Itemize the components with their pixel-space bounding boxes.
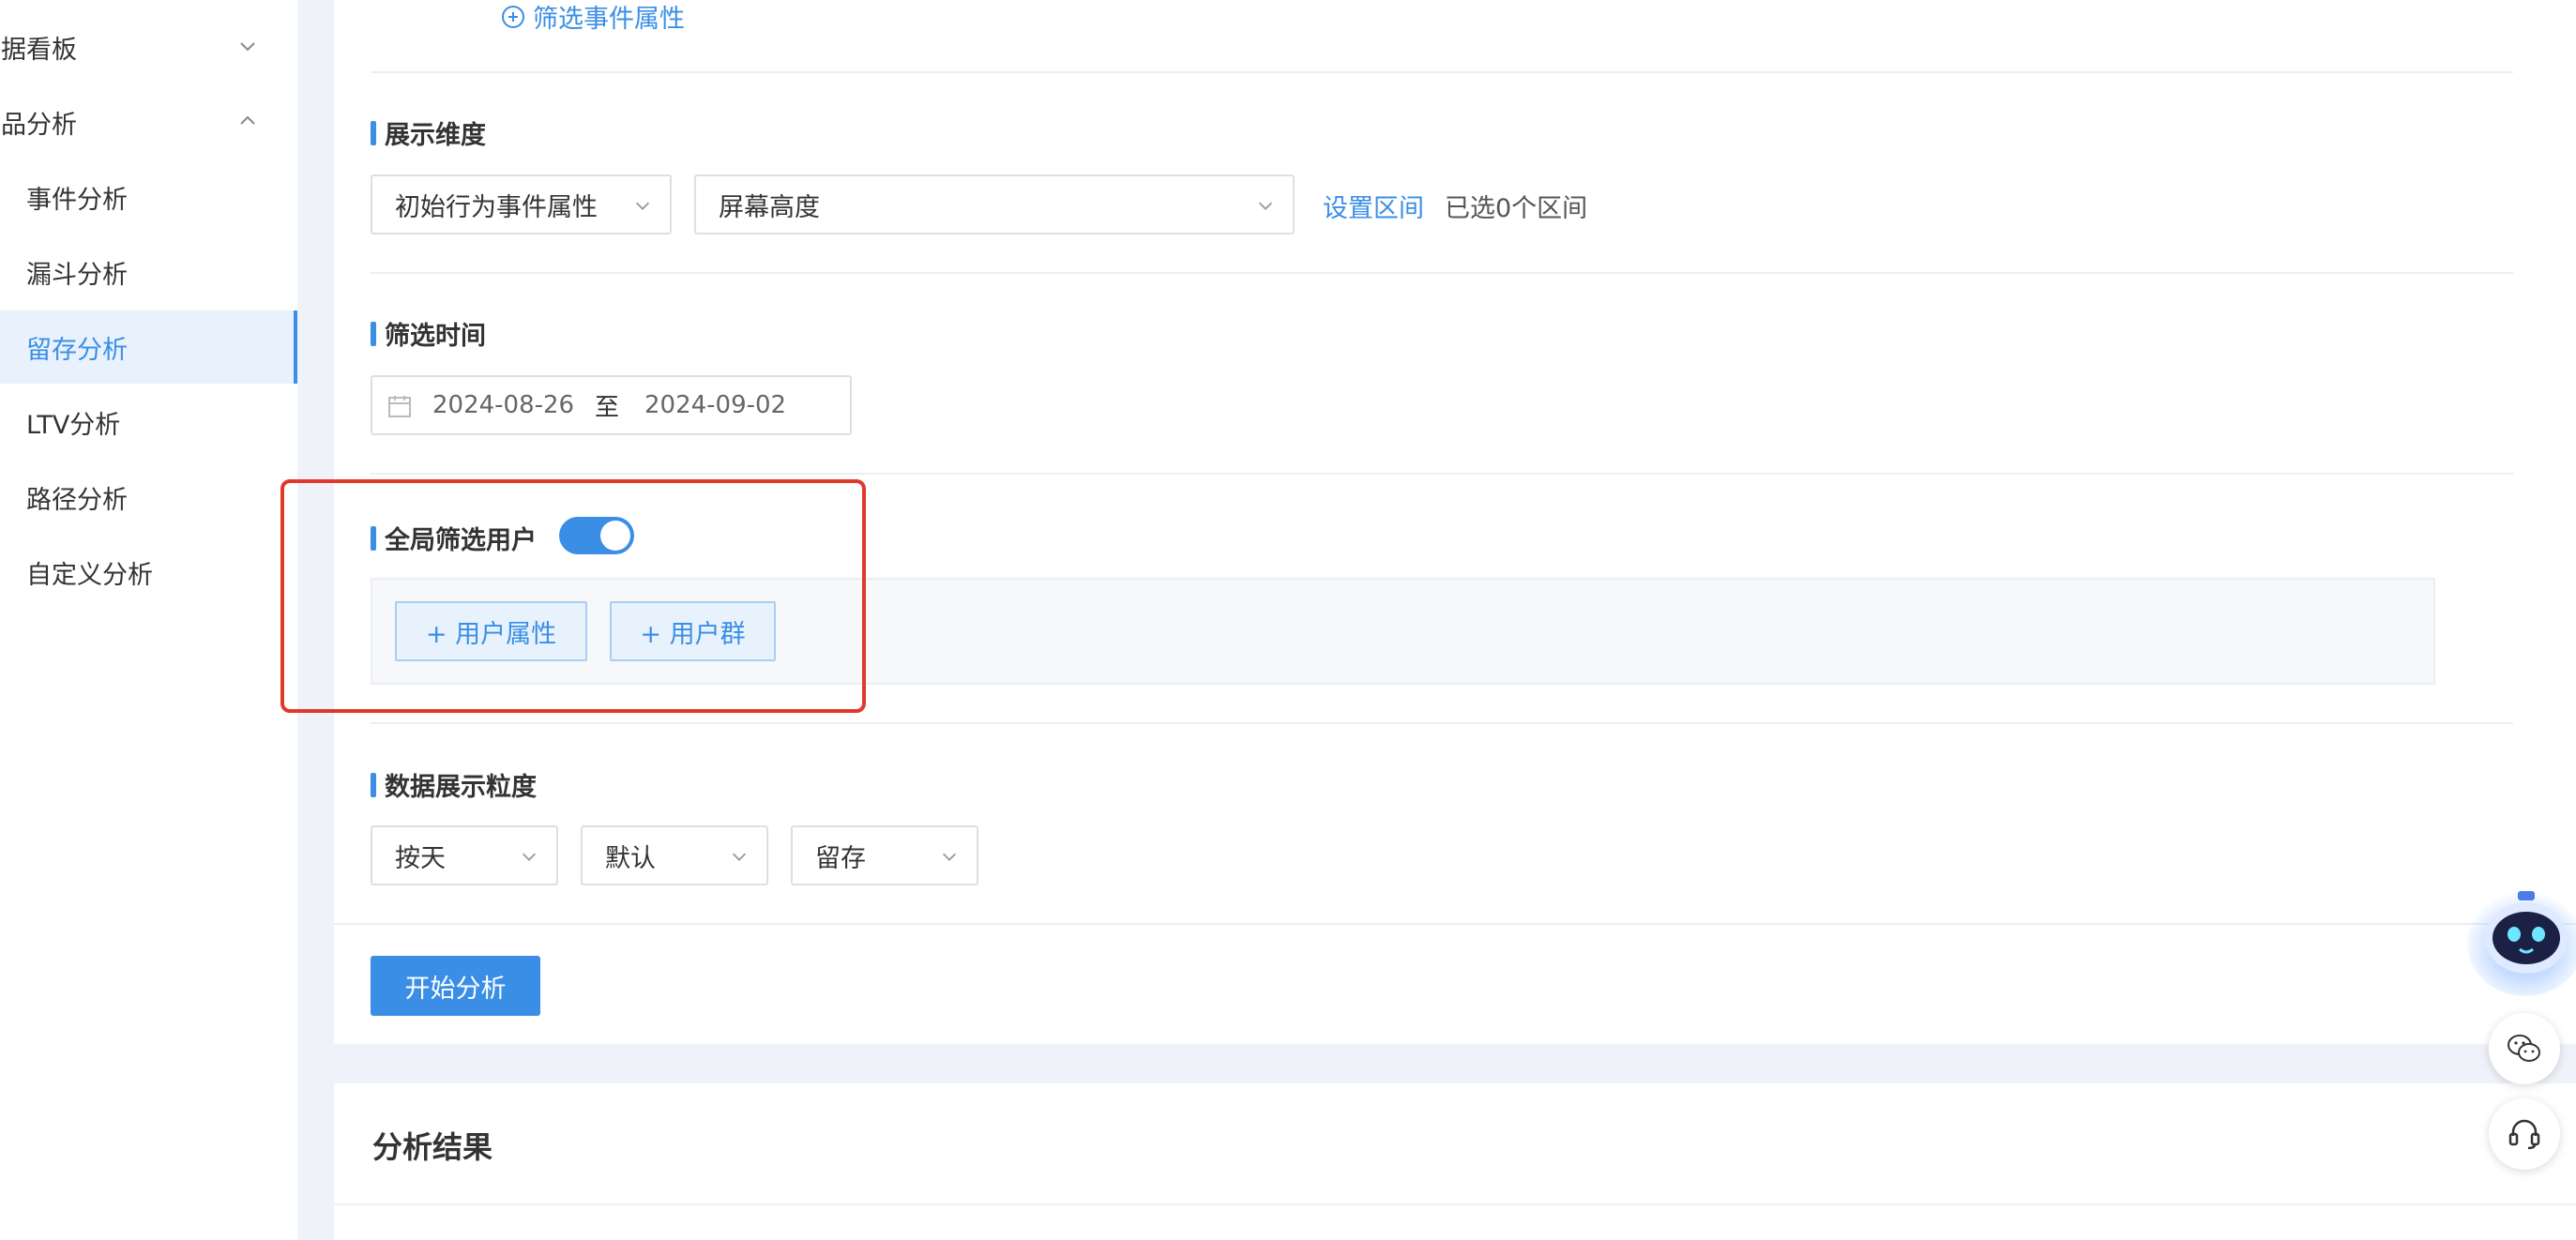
filter-event-attr-label: 筛选事件属性 <box>533 5 685 34</box>
wechat-icon <box>2508 1035 2540 1062</box>
calendar-icon <box>388 396 411 417</box>
divider <box>334 1203 2576 1205</box>
mode-value: 默认 <box>605 843 656 873</box>
divider <box>371 272 2513 274</box>
divider <box>371 722 2513 724</box>
sidebar-item-retention-analysis[interactable]: 留存分析 <box>0 310 297 384</box>
sidebar-group-dashboard[interactable]: 数据看板 <box>0 14 297 80</box>
chevron-down-icon <box>942 853 957 861</box>
wechat-button[interactable] <box>2489 1013 2560 1084</box>
title-bar <box>371 120 376 145</box>
chevron-down-icon <box>240 42 255 52</box>
sidebar-group-label: 产品分析 <box>0 110 77 140</box>
sidebar-item-label: 事件分析 <box>26 185 128 215</box>
sidebar-item-event-analysis[interactable]: 事件分析 <box>0 160 297 234</box>
sidebar-item-funnel-analysis[interactable]: 漏斗分析 <box>0 235 297 309</box>
sidebar-item-ltv-analysis[interactable]: LTV分析 <box>0 386 297 459</box>
start-date: 2024-08-26 <box>432 391 575 419</box>
period-select[interactable]: 按天 <box>371 825 558 885</box>
sidebar: 数据看板 产品分析 事件分析 漏斗分析 留存分析 LTV分析 路径分析 自定义分… <box>0 0 297 1240</box>
end-date: 2024-09-02 <box>644 391 787 419</box>
headset-icon <box>2508 1119 2540 1150</box>
time-title: 筛选时间 <box>385 322 486 351</box>
selected-range-count: 已选0个区间 <box>1445 194 1588 223</box>
dimension-field-value: 屏幕高度 <box>719 192 820 222</box>
dimension-type-select[interactable]: 初始行为事件属性 <box>371 174 672 234</box>
granularity-section-title: 数据展示粒度 <box>371 766 537 803</box>
mode-select[interactable]: 默认 <box>581 825 768 885</box>
results-panel <box>334 1083 2576 1240</box>
sidebar-group-product-analysis[interactable]: 产品分析 <box>0 89 297 155</box>
sidebar-item-label: 路径分析 <box>26 485 128 515</box>
dimension-title: 展示维度 <box>385 121 486 150</box>
title-bar <box>371 321 376 346</box>
highlight-box <box>280 479 866 713</box>
divider <box>334 923 2576 925</box>
customer-service-button[interactable] <box>2489 1098 2560 1170</box>
robot-assistant-icon[interactable] <box>2458 870 2576 998</box>
divider <box>371 473 2513 475</box>
granularity-title: 数据展示粒度 <box>385 773 537 802</box>
set-range-label: 设置区间 <box>1323 194 1424 223</box>
metric-value: 留存 <box>815 843 866 873</box>
dimension-type-value: 初始行为事件属性 <box>395 192 598 222</box>
sidebar-group-label: 数据看板 <box>0 35 77 65</box>
chevron-down-icon <box>732 853 747 861</box>
start-analysis-button[interactable]: 开始分析 <box>371 956 540 1016</box>
time-section-title: 筛选时间 <box>371 315 486 352</box>
title-bar <box>371 772 376 797</box>
sidebar-item-label: LTV分析 <box>26 410 121 440</box>
divider <box>371 71 2513 73</box>
chevron-down-icon <box>635 202 650 210</box>
chevron-up-icon <box>240 115 255 125</box>
sidebar-item-label: 留存分析 <box>26 335 128 365</box>
filter-event-attr-link[interactable]: 筛选事件属性 <box>501 0 685 35</box>
sidebar-item-label: 自定义分析 <box>26 560 153 590</box>
sidebar-item-label: 漏斗分析 <box>26 260 128 290</box>
metric-select[interactable]: 留存 <box>791 825 978 885</box>
dimension-section-title: 展示维度 <box>371 114 486 151</box>
plus-circle-icon <box>502 5 524 28</box>
results-title: 分析结果 <box>372 1129 493 1165</box>
sidebar-item-path-analysis[interactable]: 路径分析 <box>0 461 297 534</box>
date-range-picker[interactable]: 2024-08-26 至 2024-09-02 <box>371 375 852 435</box>
date-separator: 至 <box>595 393 620 422</box>
sidebar-item-custom-analysis[interactable]: 自定义分析 <box>0 536 297 609</box>
period-value: 按天 <box>395 843 446 873</box>
chevron-down-icon <box>522 853 537 861</box>
chevron-down-icon <box>1258 202 1273 210</box>
set-range-link[interactable]: 设置区间 <box>1323 188 1424 224</box>
dimension-field-select[interactable]: 屏幕高度 <box>694 174 1295 234</box>
